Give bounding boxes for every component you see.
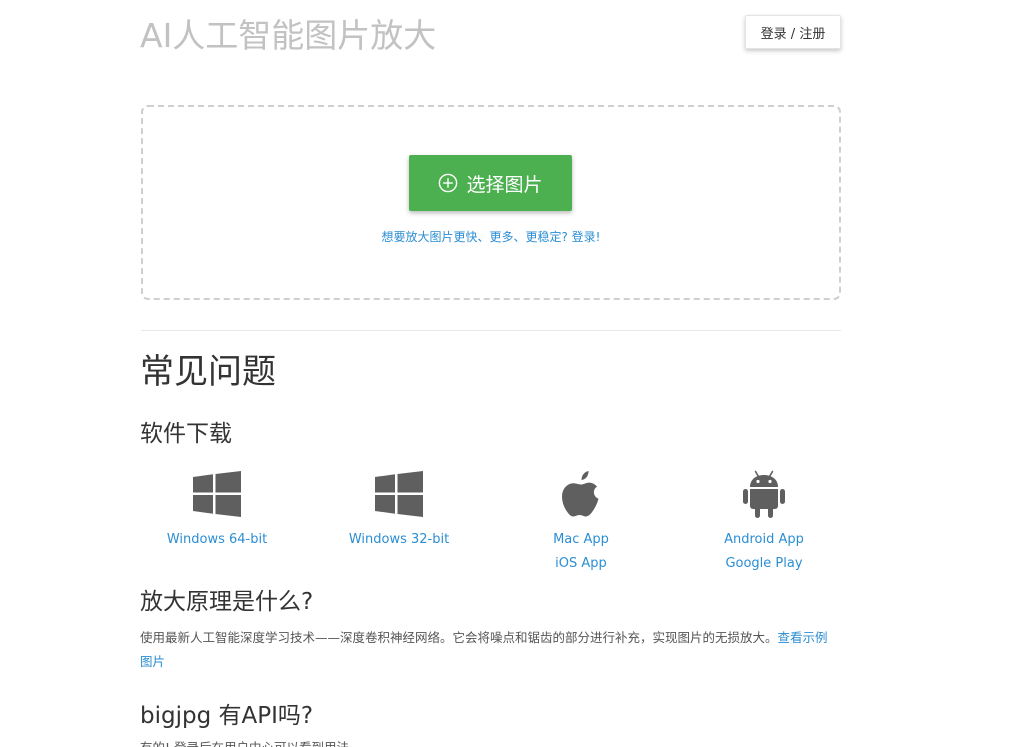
page: AI人工智能图片放大 登录 / 注册 选择图片 想要放大图片更快、更多、更稳定?… (0, 0, 1017, 747)
site-title: AI人工智能图片放大 (140, 16, 437, 55)
download-android: Android App Google Play (673, 468, 855, 576)
login-upsell-link[interactable]: 想要放大图片更快、更多、更稳定? 登录! (141, 228, 841, 246)
windows-32-link[interactable]: Windows 32-bit (308, 528, 490, 552)
api-answer: 有的! 登录后在用户中心可以看到用法。 (140, 738, 362, 747)
divider (141, 330, 841, 331)
windows-icon (193, 471, 241, 517)
mac-app-link[interactable]: Mac App (490, 528, 672, 552)
choose-image-label: 选择图片 (466, 173, 543, 196)
apple-icon (562, 471, 599, 517)
google-play-link[interactable]: Google Play (673, 552, 855, 576)
download-windows-64: Windows 64-bit (126, 468, 308, 552)
principle-text: 使用最新人工智能深度学习技术——深度卷积神经网络。它会将噪点和锯齿的部分进行补充… (140, 630, 778, 645)
download-apple: Mac App iOS App (490, 468, 672, 576)
android-app-link[interactable]: Android App (673, 528, 855, 552)
principle-heading: 放大原理是什么? (140, 589, 314, 615)
windows-64-link[interactable]: Windows 64-bit (126, 528, 308, 552)
ios-app-link[interactable]: iOS App (490, 552, 672, 576)
faq-title: 常见问题 (140, 352, 276, 392)
download-windows-32: Windows 32-bit (308, 468, 490, 552)
android-icon (743, 470, 785, 518)
login-register-button[interactable]: 登录 / 注册 (745, 15, 841, 49)
plus-circle-icon (439, 173, 458, 193)
principle-answer: 使用最新人工智能深度学习技术——深度卷积神经网络。它会将噪点和锯齿的部分进行补充… (140, 626, 840, 674)
download-heading: 软件下载 (140, 421, 232, 447)
windows-icon (375, 471, 423, 517)
api-heading: bigjpg 有API吗? (140, 703, 314, 729)
choose-image-button[interactable]: 选择图片 (409, 155, 572, 211)
